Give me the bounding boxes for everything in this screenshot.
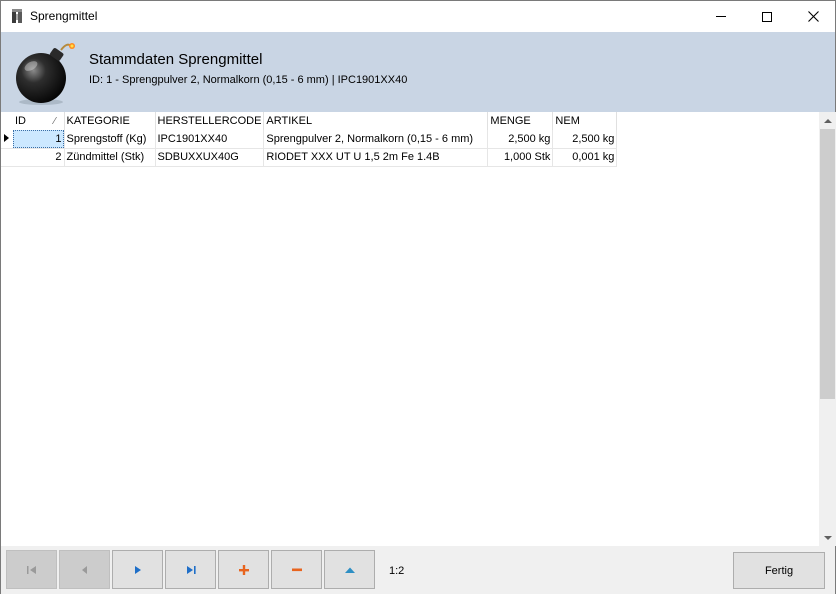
page-title: Stammdaten Sprengmittel [89,51,263,68]
cell-menge[interactable]: 1,000 Stk [487,148,554,167]
row-indicator-header [1,112,13,130]
data-grid[interactable]: ID ⁄ KATEGORIE HERSTELLERCODE ARTIKEL MEN… [1,112,819,546]
cell-nem[interactable]: 2,500 kg [552,130,618,149]
grid-table: ID ⁄ KATEGORIE HERSTELLERCODE ARTIKEL MEN… [1,112,618,167]
column-header-menge[interactable]: MENGE [487,112,554,130]
last-record-button[interactable] [165,550,216,589]
fertig-button[interactable]: Fertig [733,552,825,589]
column-header-label: ID [15,115,26,127]
bomb-icon [16,43,75,105]
header-panel: Stammdaten Sprengmittel ID: 1 - Sprengpu… [1,32,835,112]
sort-icon: ⁄ [54,116,56,127]
first-icon [26,565,36,574]
cell-menge[interactable]: 2,500 kg [487,130,554,149]
next-icon [134,565,141,574]
scroll-down-button[interactable] [819,529,836,546]
first-record-button[interactable] [6,550,57,589]
column-header-artikel[interactable]: ARTIKEL [263,112,489,130]
column-header-kategorie[interactable]: KATEGORIE [64,112,156,130]
minus-icon [291,568,302,571]
next-record-button[interactable] [112,550,163,589]
app-icon [12,9,22,23]
cell-kategorie[interactable]: Sprengstoff (Kg) [64,130,156,149]
up-icon [344,567,355,573]
cell-id[interactable]: 2 [13,148,65,167]
cell-artikel[interactable]: RIODET XXX UT U 1,5 2m Fe 1.4B [263,148,489,167]
minimize-button[interactable] [698,1,744,32]
scroll-down-icon [823,535,832,540]
window-title: Sprengmittel [30,9,98,23]
grid-header-row: ID ⁄ KATEGORIE HERSTELLERCODE ARTIKEL MEN… [1,112,618,130]
table-row[interactable]: 1 Sprengstoff (Kg) IPC1901XX40 Sprengpul… [1,130,618,149]
add-record-button[interactable] [218,550,269,589]
bottom-toolbar: 1:2 Fertig [1,546,835,594]
column-header-nem[interactable]: NEM [552,112,618,130]
previous-record-button[interactable] [59,550,110,589]
table-row[interactable]: 2 Zündmittel (Stk) SDBUXXUX40G RIODET XX… [1,148,618,167]
row-indicator [1,148,13,167]
cell-artikel[interactable]: Sprengpulver 2, Normalkorn (0,15 - 6 mm) [263,130,489,149]
record-counter: 1:2 [389,565,405,577]
edit-record-button[interactable] [324,550,375,589]
title-bar: Sprengmittel [1,1,835,32]
current-row-icon [1,130,13,149]
prev-icon [81,565,87,574]
close-button[interactable] [790,1,836,32]
last-icon [186,565,196,574]
scroll-thumb[interactable] [820,129,835,399]
cell-kategorie[interactable]: Zündmittel (Stk) [64,148,156,167]
close-icon [807,11,819,22]
cell-herstellercode[interactable]: IPC1901XX40 [155,130,265,149]
page-subtitle: ID: 1 - Sprengpulver 2, Normalkorn (0,15… [89,74,408,86]
maximize-button[interactable] [744,1,790,32]
scroll-up-icon [823,118,832,123]
scroll-up-button[interactable] [819,112,836,129]
cell-id[interactable]: 1 [13,130,65,149]
column-header-id[interactable]: ID ⁄ [13,112,65,130]
cell-herstellercode[interactable]: SDBUXXUX40G [155,148,265,167]
maximize-icon [762,11,772,22]
vertical-scrollbar[interactable] [819,112,836,546]
column-header-herstellercode[interactable]: HERSTELLERCODE [155,112,265,130]
minimize-icon [716,16,726,17]
cell-nem[interactable]: 0,001 kg [552,148,618,167]
delete-record-button[interactable] [271,550,322,589]
plus-icon [238,564,249,575]
window: Sprengmittel Stammdaten Sprengmittel ID:… [0,0,836,594]
